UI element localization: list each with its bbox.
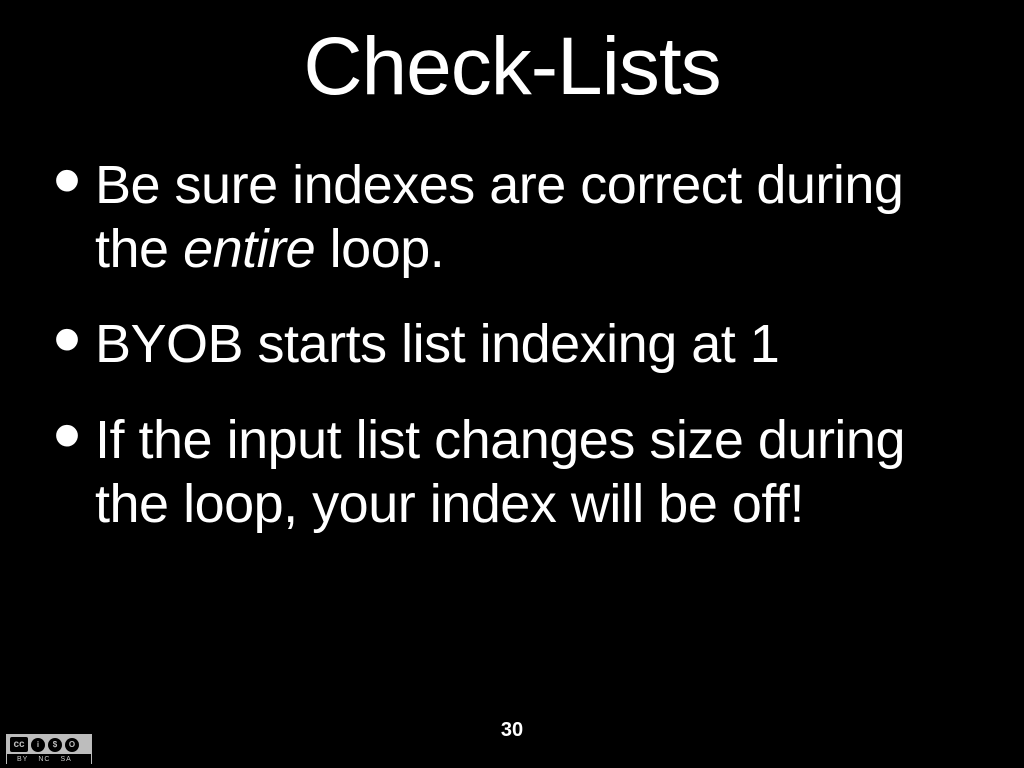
text-emphasis: entire xyxy=(183,219,315,279)
bullet-item: • BYOB starts list indexing at 1 xyxy=(95,313,964,377)
bullet-list: • Be sure indexes are correct during the… xyxy=(0,154,1024,537)
bullet-icon: • xyxy=(53,395,81,475)
cc-logo-icon: cc xyxy=(10,737,28,752)
bullet-icon: • xyxy=(53,140,81,220)
text-segment: loop. xyxy=(315,219,444,279)
page-number: 30 xyxy=(0,719,1024,742)
bullet-item: • If the input list changes size during … xyxy=(95,409,964,536)
slide-title: Check-Lists xyxy=(0,20,1024,114)
bullet-text: Be sure indexes are correct during the e… xyxy=(95,154,964,281)
cc-bottom-row: BY NC SA xyxy=(7,754,91,764)
cc-top-row: cc i $ O xyxy=(7,735,91,754)
cc-label: NC xyxy=(38,756,50,763)
cc-sa-icon: O xyxy=(65,738,79,752)
text-segment: If the input list changes size during th… xyxy=(95,410,905,534)
cc-by-icon: i xyxy=(31,738,45,752)
cc-nc-icon: $ xyxy=(48,738,62,752)
bullet-text: BYOB starts list indexing at 1 xyxy=(95,313,964,377)
cc-label: BY xyxy=(17,756,28,763)
bullet-icon: • xyxy=(53,299,81,379)
slide: Check-Lists • Be sure indexes are correc… xyxy=(0,0,1024,768)
cc-label: SA xyxy=(60,756,71,763)
text-segment: BYOB starts list indexing at 1 xyxy=(95,314,779,374)
bullet-text: If the input list changes size during th… xyxy=(95,409,964,536)
cc-license-badge: cc i $ O BY NC SA xyxy=(6,734,92,764)
bullet-item: • Be sure indexes are correct during the… xyxy=(95,154,964,281)
